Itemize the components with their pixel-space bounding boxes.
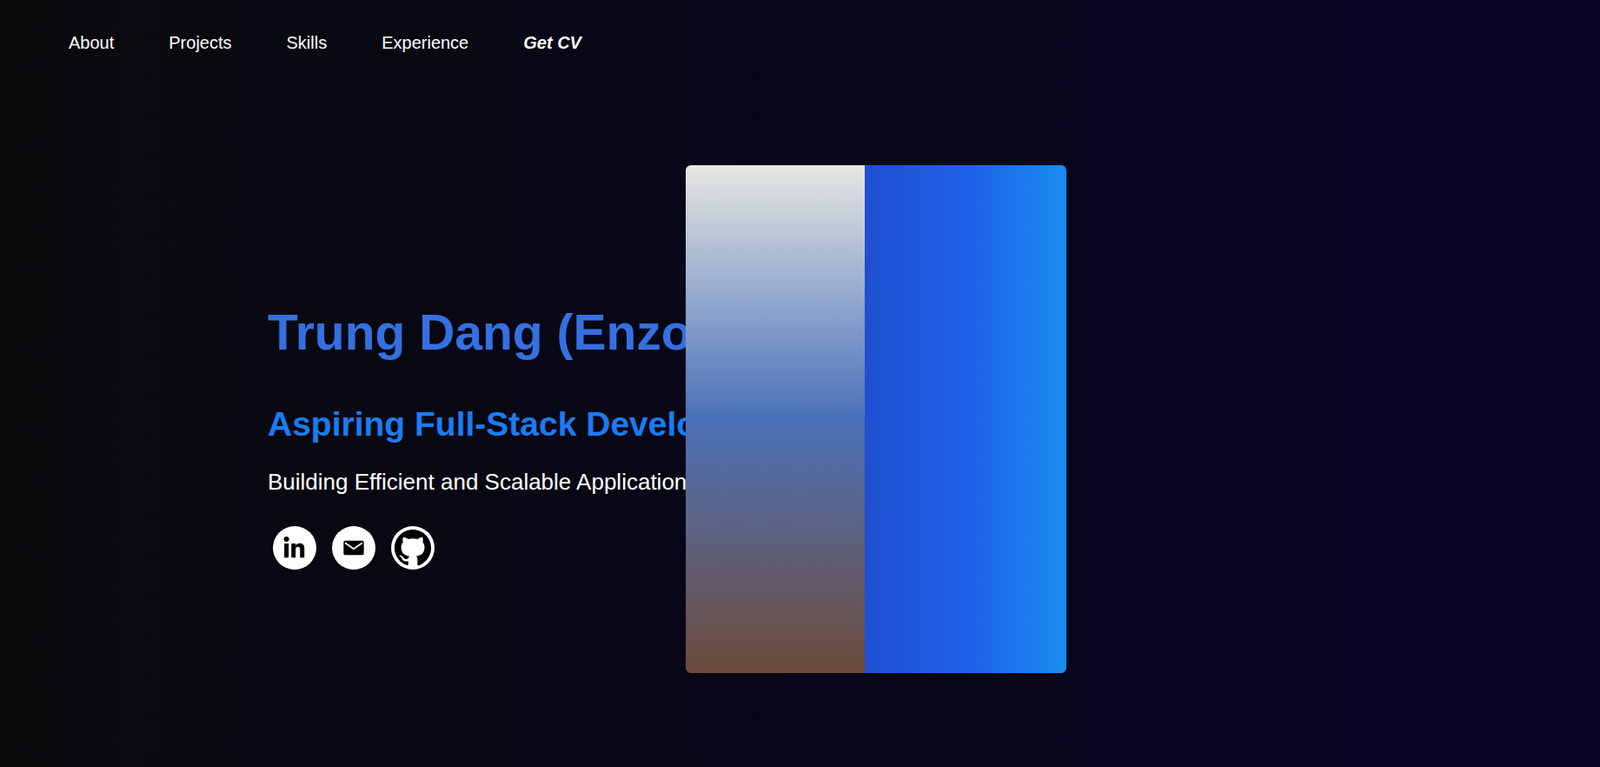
nav-link[interactable]: About bbox=[68, 31, 114, 54]
social-links bbox=[272, 525, 435, 570]
nav-link[interactable]: Experience bbox=[381, 31, 469, 54]
github-icon[interactable] bbox=[391, 525, 435, 570]
hero-role: Aspiring Full-Stack Developer bbox=[267, 404, 751, 445]
nav-link[interactable]: Skills bbox=[286, 31, 328, 54]
hero-tagline: Building Efficient and Scalable Applicat… bbox=[267, 468, 698, 495]
get-cv-link[interactable]: Get CV bbox=[523, 31, 582, 54]
nav-link[interactable]: Projects bbox=[168, 31, 232, 54]
hero-name: Trung Dang (Enzo) bbox=[267, 304, 709, 360]
email-icon[interactable] bbox=[331, 525, 376, 570]
hero-text: Trung Dang (Enzo) Aspiring Full-Stack De… bbox=[0, 165, 686, 673]
profile-photo bbox=[685, 165, 1067, 673]
top-nav: About Projects Skills Experience Get CV bbox=[0, 0, 1600, 86]
hero: Trung Dang (Enzo) Aspiring Full-Stack De… bbox=[0, 85, 1600, 673]
linkedin-icon[interactable] bbox=[272, 525, 317, 570]
